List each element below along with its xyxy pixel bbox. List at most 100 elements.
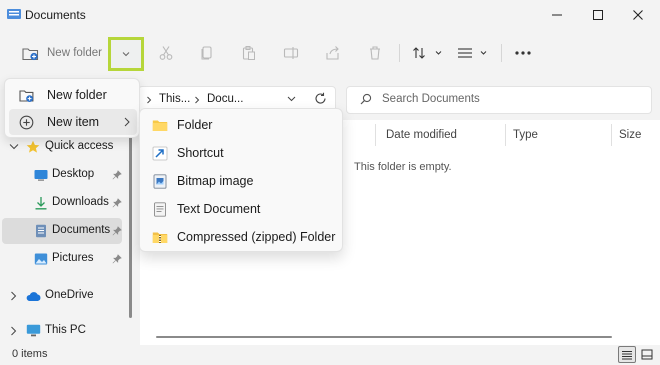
new-folder-icon <box>22 46 39 61</box>
toolbar-separator <box>399 44 400 62</box>
shortcut-icon <box>152 146 168 161</box>
close-button[interactable] <box>618 0 658 30</box>
column-header-type[interactable]: Type <box>513 129 538 141</box>
bitmap-image-icon <box>153 174 167 189</box>
submenu-item-text-document[interactable]: Text Document <box>144 195 340 223</box>
submenu-item-label: Shortcut <box>177 146 224 160</box>
submenu-item-shortcut[interactable]: Shortcut <box>144 139 340 167</box>
new-folder-button[interactable]: New folder <box>10 37 110 69</box>
sort-icon <box>413 47 442 59</box>
empty-folder-message: This folder is empty. <box>354 161 452 173</box>
pictures-icon <box>34 253 48 265</box>
star-icon <box>26 140 40 153</box>
sidebar-item-this-pc[interactable]: This PC <box>45 324 86 336</box>
download-icon <box>35 197 47 210</box>
rename-icon <box>283 47 299 59</box>
chevron-right-icon[interactable] <box>10 291 17 301</box>
chevron-down-icon[interactable] <box>9 143 19 151</box>
delete-button[interactable] <box>364 42 386 64</box>
minimize-icon <box>552 14 562 16</box>
sidebar-item-label: Documents <box>52 224 111 236</box>
toolbar-separator <box>501 44 502 62</box>
more-options-button[interactable] <box>512 42 534 64</box>
new-item-submenu: Folder Shortcut Bitmap image Text Docume… <box>139 108 343 252</box>
cut-icon <box>159 46 173 60</box>
column-header-size[interactable]: Size <box>619 129 641 141</box>
new-folder-icon <box>19 90 34 102</box>
navigation-scrollbar[interactable] <box>129 128 132 318</box>
documents-app-icon <box>7 8 21 20</box>
sidebar-item-downloads[interactable]: Downloads <box>2 190 122 216</box>
folder-icon <box>152 120 168 131</box>
search-input[interactable]: Search Documents <box>382 93 480 105</box>
copy-icon <box>201 46 212 60</box>
new-menu: New folder New item <box>4 78 140 138</box>
submenu-item-label: Folder <box>177 118 213 132</box>
sort-button[interactable] <box>410 42 444 64</box>
sidebar-item-desktop[interactable]: Desktop <box>2 162 122 188</box>
zip-folder-icon <box>152 232 168 243</box>
menu-item-new-folder[interactable]: New folder <box>9 82 137 108</box>
pin-icon <box>112 198 122 208</box>
view-button[interactable] <box>455 42 491 64</box>
column-header-date-modified[interactable]: Date modified <box>386 129 457 141</box>
sidebar-item-documents[interactable]: Documents <box>2 218 122 244</box>
chevron-right-icon <box>147 96 152 104</box>
view-icon <box>458 48 487 58</box>
new-folder-label: New folder <box>47 47 102 59</box>
maximize-icon <box>593 10 603 20</box>
menu-item-new-item[interactable]: New item <box>9 109 137 135</box>
cut-button[interactable] <box>155 42 177 64</box>
sidebar-item-label: Pictures <box>52 252 94 264</box>
submenu-item-folder[interactable]: Folder <box>144 111 340 139</box>
column-divider[interactable] <box>375 124 376 146</box>
tiles-view-button[interactable] <box>638 346 656 363</box>
close-icon <box>633 10 643 20</box>
pin-icon <box>112 254 122 264</box>
column-divider[interactable] <box>611 124 612 146</box>
breadcrumb-documents[interactable]: Docu... <box>207 93 243 105</box>
maximize-button[interactable] <box>578 0 618 30</box>
rename-button[interactable] <box>280 42 302 64</box>
add-circle-icon <box>19 115 34 130</box>
submenu-item-bitmap-image[interactable]: Bitmap image <box>144 167 340 195</box>
chevron-right-icon[interactable] <box>10 326 17 336</box>
quick-access-label[interactable]: Quick access <box>45 140 113 152</box>
desktop-icon <box>34 170 48 181</box>
sidebar-item-pictures[interactable]: Pictures <box>2 246 122 272</box>
minimize-button[interactable] <box>537 0 577 30</box>
sidebar-item-onedrive[interactable]: OneDrive <box>45 289 94 301</box>
onedrive-icon <box>26 292 41 301</box>
paste-button[interactable] <box>238 42 260 64</box>
item-count: 0 items <box>12 348 48 360</box>
breadcrumb-this-pc[interactable]: This... <box>159 93 190 105</box>
horizontal-scrollbar[interactable] <box>156 336 612 338</box>
paste-icon <box>242 46 255 60</box>
new-dropdown-button[interactable] <box>108 37 144 71</box>
sidebar-item-label: Desktop <box>52 168 95 180</box>
copy-button[interactable] <box>196 42 218 64</box>
details-view-button[interactable] <box>618 346 636 363</box>
refresh-icon[interactable] <box>314 92 327 105</box>
pin-icon <box>112 226 122 236</box>
window-title: Documents <box>25 8 86 22</box>
chevron-right-icon <box>124 117 130 127</box>
sidebar-item-label: Downloads <box>52 196 109 208</box>
search-icon <box>360 93 372 105</box>
chevron-right-icon <box>195 96 200 104</box>
delete-icon <box>370 46 380 60</box>
submenu-item-label: Text Document <box>177 202 261 216</box>
documents-icon <box>36 224 46 238</box>
share-button[interactable] <box>322 42 344 64</box>
share-icon <box>326 46 339 60</box>
address-history-chevron-icon[interactable] <box>287 96 296 102</box>
details-view-icon <box>622 350 632 359</box>
submenu-item-compressed-folder[interactable]: Compressed (zipped) Folder <box>144 223 340 251</box>
chevron-down-icon <box>122 52 130 57</box>
status-bar <box>0 345 660 365</box>
text-document-icon <box>154 202 166 217</box>
column-divider[interactable] <box>505 124 506 146</box>
submenu-item-label: Bitmap image <box>177 174 254 188</box>
computer-icon <box>26 324 41 337</box>
menu-item-label: New item <box>47 115 100 129</box>
